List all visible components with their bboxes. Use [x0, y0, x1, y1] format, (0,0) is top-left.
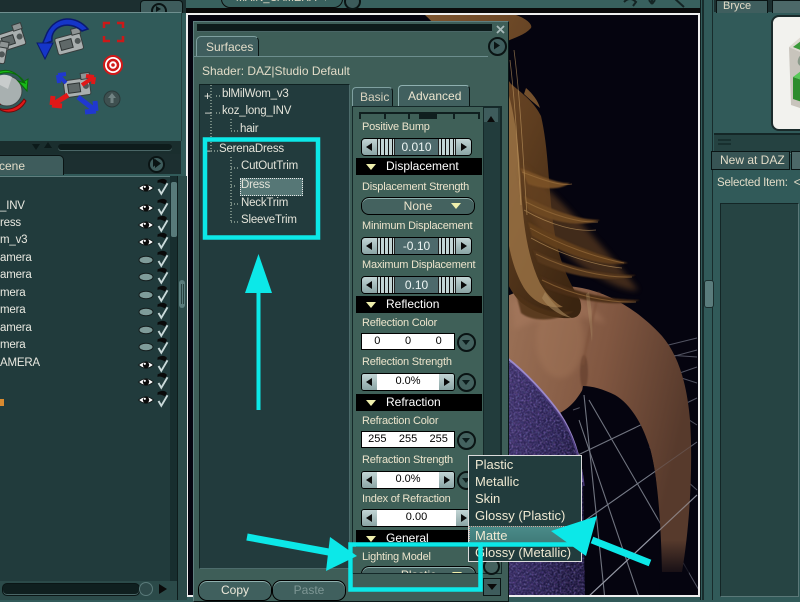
svg-text:–: –: [205, 105, 212, 119]
svg-text:–: –: [204, 143, 211, 157]
svg-text:+: +: [204, 89, 211, 103]
